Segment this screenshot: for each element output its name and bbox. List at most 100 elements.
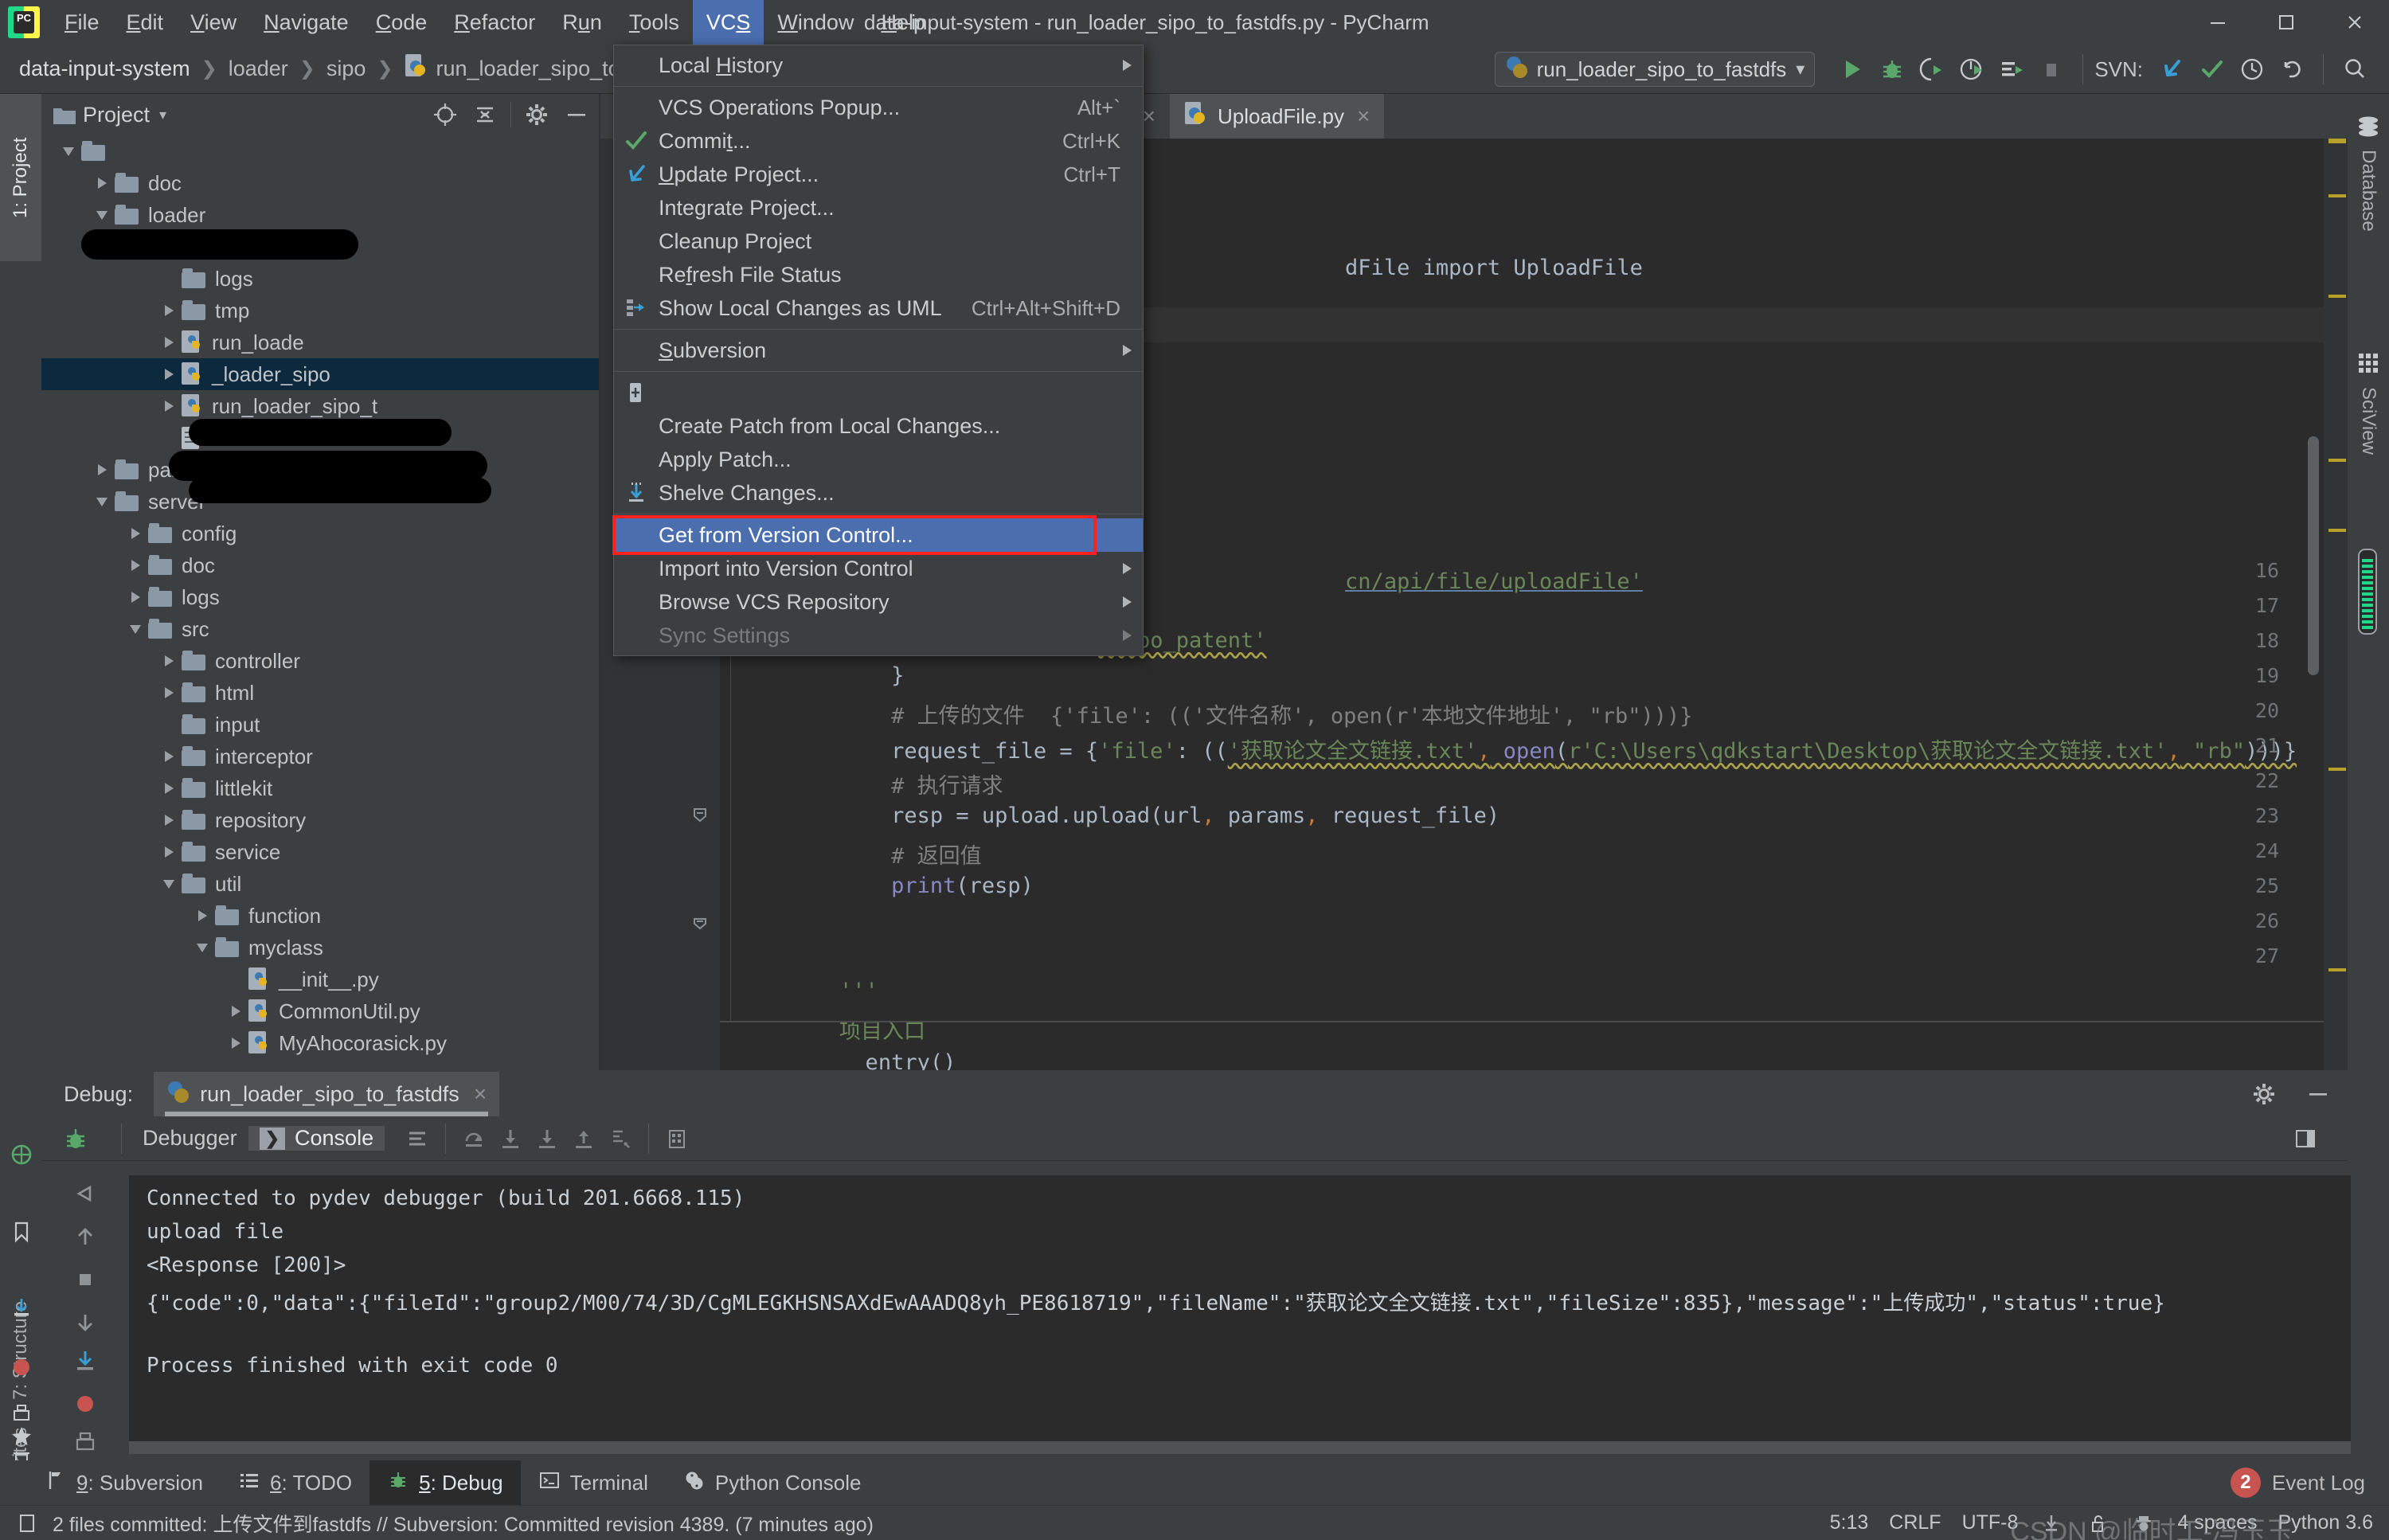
warning-marker[interactable] [2328,968,2346,971]
rollback-icon[interactable] [2272,49,2312,89]
chevron-down-icon[interactable] [126,620,145,639]
chevron-right-icon[interactable] [159,842,178,862]
debug-icon[interactable] [1872,49,1912,89]
step-over-icon[interactable] [456,1120,492,1157]
down-icon[interactable] [67,1304,104,1341]
close-icon[interactable]: × [1143,104,1155,129]
menu-item-integrate-project[interactable]: Integrate Project... [614,191,1143,225]
chevron-right-icon[interactable] [159,683,178,702]
chevron-right-icon[interactable] [159,779,178,798]
update-project-icon[interactable] [2152,49,2192,89]
event-log-button[interactable]: 2 Event Log [2230,1460,2365,1505]
minimize-icon[interactable] [562,100,591,129]
menu-tools[interactable]: Tools [616,0,693,45]
tree-row[interactable]: tmp [41,295,599,326]
fold-marker-icon[interactable] [690,804,710,825]
chevron-down-icon[interactable]: ▾ [1796,59,1804,80]
breadcrumb-item-2[interactable]: sipo [326,57,366,81]
run-to-cursor-icon[interactable] [602,1120,639,1157]
layout-icon[interactable] [2287,1120,2324,1157]
warning-marker[interactable] [2328,459,2346,462]
chevron-right-icon[interactable] [92,460,111,479]
tree-row[interactable]: logs [41,581,599,613]
chevron-right-icon[interactable] [159,301,178,320]
run-with-console-icon[interactable] [1992,49,2031,89]
menu-item-import-into-version-control[interactable]: Import into Version Control [614,552,1143,585]
record-icon[interactable] [8,1354,35,1381]
menu-window[interactable]: Window [764,0,867,45]
editor-scrollbar[interactable] [2308,436,2319,675]
debug-session-tab[interactable]: run_loader_sipo_to_fastdfs × [154,1072,500,1116]
project-tree[interactable]: docloadersipologstmprun_loade_loader_sip… [41,135,599,1059]
commit-icon[interactable] [2192,49,2232,89]
chevron-down-icon[interactable] [92,205,111,225]
tree-row[interactable]: myclass [41,932,599,963]
tree-row[interactable]: run_loade [41,326,599,358]
bottom-tab-debug[interactable]: 5: Debug [369,1460,521,1505]
bottom-tab-subversion[interactable]: 9: Subversion [27,1460,221,1505]
sidebar-item-project[interactable]: 1: Project [0,94,41,261]
bottom-tab-todo[interactable]: 6: TODO [221,1460,369,1505]
bottom-tab-terminal[interactable]: Terminal [521,1460,666,1505]
error-stripe-gutter[interactable] [2324,139,2348,1070]
menu-item-create-patch-from-local-changes[interactable] [614,376,1143,409]
menu-item-show-local-changes-as-uml[interactable]: Show Local Changes as UML Ctrl+Alt+Shift… [614,291,1143,325]
sql-icon[interactable] [8,1141,35,1168]
menu-run[interactable]: Run [549,0,616,45]
tree-row[interactable]: CommonUtil.py [41,995,599,1027]
tree-row[interactable]: littlekit [41,772,599,804]
download-box-icon[interactable] [8,1294,35,1321]
chevron-down-icon[interactable] [92,492,111,511]
menu-item-subversion[interactable]: Subversion [614,334,1143,367]
evaluate-icon[interactable] [659,1120,695,1157]
history-icon[interactable] [2232,49,2272,89]
maximize-icon[interactable] [2252,0,2321,45]
tree-row[interactable]: doc [41,167,599,199]
coverage-icon[interactable] [1912,49,1952,89]
minimize-icon[interactable] [2300,1076,2336,1112]
menu-item-browse-vcs-repository[interactable]: Browse VCS Repository [614,585,1143,619]
caret-position[interactable]: 5:13 [1830,1511,1869,1534]
chevron-right-icon[interactable] [159,811,178,830]
chevron-right-icon[interactable] [126,556,145,575]
menu-vcs[interactable]: VCS [692,0,764,45]
chevron-right-icon[interactable] [193,906,212,925]
chevron-down-icon[interactable] [159,874,178,893]
breadcrumb-item-1[interactable]: loader [229,57,288,81]
printer-icon[interactable] [67,1424,104,1460]
menu-item-refresh-file-status[interactable]: Refresh File Status [614,258,1143,291]
warning-marker[interactable] [2328,139,2346,143]
warning-marker[interactable] [2328,529,2346,532]
menu-item-cleanup-project[interactable]: Cleanup Project [614,225,1143,258]
collapse-all-icon[interactable] [471,100,499,129]
step-out-icon[interactable] [565,1120,602,1157]
bottom-tab-python-console[interactable]: Python Console [666,1460,879,1505]
chevron-right-icon[interactable] [159,333,178,352]
profile-icon[interactable] [1952,49,1992,89]
close-icon[interactable]: × [474,1081,487,1107]
tree-row[interactable]: MyAhocorasick.py [41,1027,599,1059]
chevron-right-icon[interactable] [226,1034,245,1053]
tree-row[interactable] [41,135,599,167]
sidebar-item-database[interactable]: Database [2348,150,2389,341]
warning-marker[interactable] [2328,194,2346,197]
run-icon[interactable] [1832,49,1872,89]
tree-row[interactable]: _loader_sipo [41,358,599,390]
menu-edit[interactable]: Edit [113,0,178,45]
menu-item-apply-patch[interactable]: Create Patch from Local Changes... [614,409,1143,443]
up-icon[interactable] [67,1218,104,1255]
chevron-right-icon[interactable] [126,524,145,543]
bookmark-icon[interactable] [8,1218,35,1245]
locate-icon[interactable] [431,100,459,129]
warning-marker[interactable] [2328,768,2346,771]
tree-row[interactable]: logs [41,263,599,295]
run-configuration-selector[interactable]: run_loader_sipo_to_fastdfs ▾ [1494,52,1816,87]
menu-item-apply-patch-from-clipboard[interactable]: Apply Patch... [614,443,1143,476]
record-icon[interactable] [67,1386,104,1422]
tree-row[interactable]: controller [41,645,599,677]
tree-row[interactable]: config [41,518,599,549]
tree-row[interactable]: __init__.py [41,963,599,995]
menu-item-update-project[interactable]: Update Project... Ctrl+T [614,158,1143,191]
tree-row[interactable]: interceptor [41,741,599,772]
chevron-right-icon[interactable] [226,1002,245,1021]
